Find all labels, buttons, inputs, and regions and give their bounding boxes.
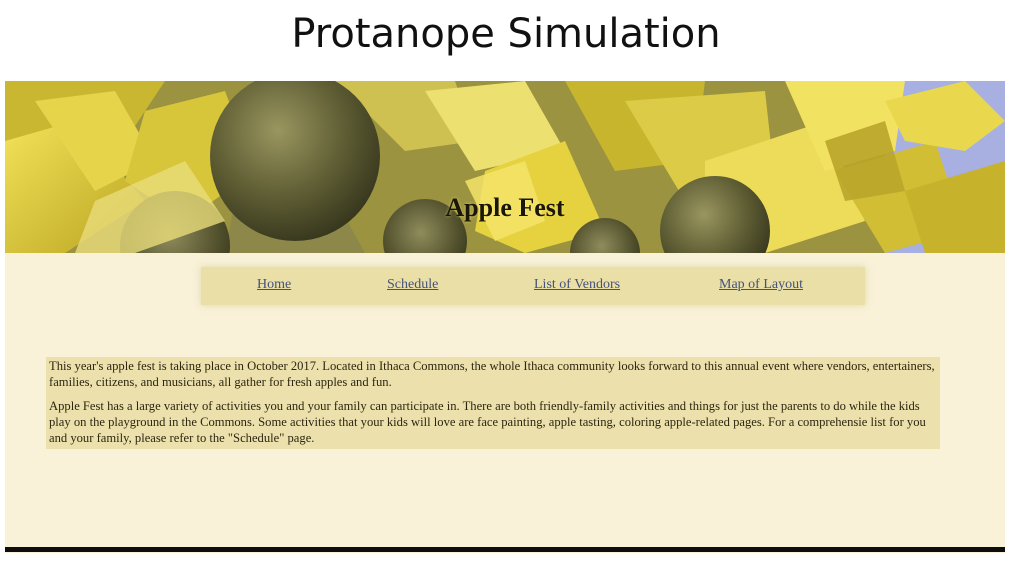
nav-link-home[interactable]: Home: [257, 277, 291, 293]
nav-link-map[interactable]: Map of Layout: [719, 277, 803, 293]
webpage-viewport: Apple Fest Home Schedule List of Vendors…: [5, 81, 1005, 553]
site-navigation: Home Schedule List of Vendors Map of Lay…: [201, 267, 865, 305]
banner-image: Apple Fest: [5, 81, 1005, 253]
simulation-title: Protanope Simulation: [291, 11, 721, 57]
nav-link-schedule[interactable]: Schedule: [387, 277, 438, 293]
apple-tree-photo: [5, 81, 1005, 253]
banner-title: Apple Fest: [445, 193, 565, 222]
bottom-divider: [5, 547, 1005, 552]
intro-paragraph: This year's apple fest is taking place i…: [49, 359, 935, 389]
main-content: This year's apple fest is taking place i…: [46, 357, 940, 449]
activities-paragraph: Apple Fest has a large variety of activi…: [49, 399, 926, 445]
nav-link-vendors[interactable]: List of Vendors: [534, 277, 620, 293]
